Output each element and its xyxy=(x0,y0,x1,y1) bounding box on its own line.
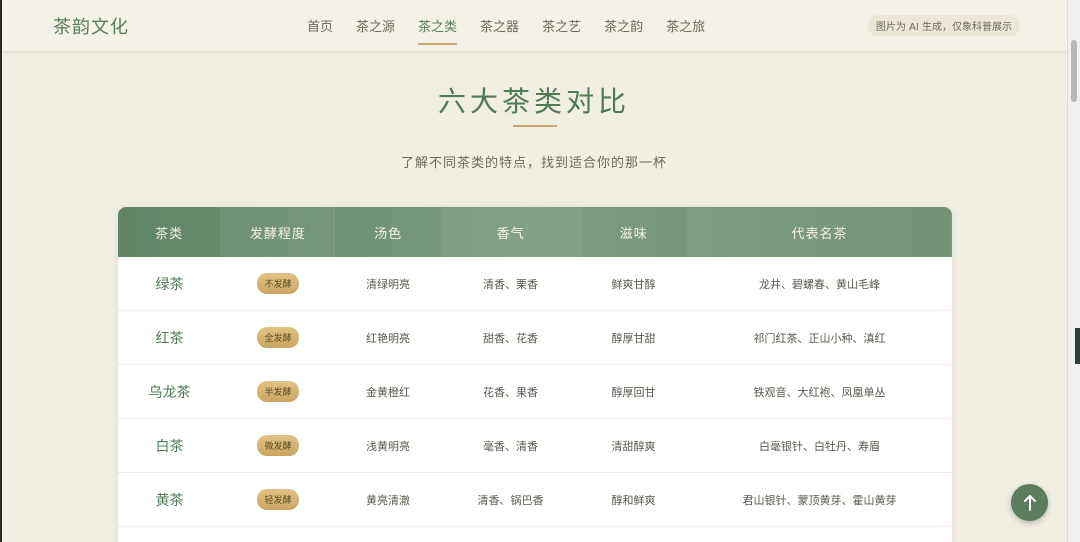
table-header: 茶类 发酵程度 汤色 香气 滋味 代表名茶 xyxy=(118,207,952,257)
table-cell-famous: 龙井、碧螺春、黄山毛峰 xyxy=(759,277,880,291)
table-cell-name: 乌龙茶 xyxy=(148,384,191,401)
table-cell-aroma: 毫香、清香 xyxy=(483,439,538,453)
table-cell-fermentation: 不发酵 xyxy=(221,257,335,310)
nav-item-6[interactable]: 茶之旅 xyxy=(666,16,705,45)
table-cell-aroma: 甜香、花香 xyxy=(483,331,538,345)
main-nav: 首页 茶之源 茶之类 茶之器 茶之艺 茶之韵 茶之旅 xyxy=(307,16,728,45)
table-row: 乌龙茶 半发酵 金黄橙红 花香、果香 醇厚回甘 铁观音、大红袍、凤凰单丛 xyxy=(118,365,952,419)
nav-item-4[interactable]: 茶之艺 xyxy=(542,16,581,45)
fermentation-badge: 半发酵 xyxy=(257,381,299,402)
scrollbar-thumb[interactable] xyxy=(1071,40,1077,102)
table-cell-aroma: 花香、果香 xyxy=(483,385,538,399)
table-cell-color: 金黄橙红 xyxy=(366,385,410,399)
nav-item-2[interactable]: 茶之类 xyxy=(418,16,458,45)
table-cell-color: 黄亮清澈 xyxy=(366,493,410,507)
table-cell-taste: 醇厚回甘 xyxy=(611,385,656,399)
table-cell-famous: 白毫银针、白牡丹、寿眉 xyxy=(759,439,880,453)
ai-notice-badge: 图片为 AI 生成，仅象科普展示 xyxy=(867,15,1020,36)
table-cell-name: 绿茶 xyxy=(155,276,184,293)
table-cell-fermentation: 全发酵 xyxy=(221,311,335,364)
column-header: 香气 xyxy=(441,207,581,257)
fermentation-badge: 微发酵 xyxy=(257,435,299,456)
table-cell-taste: 醇厚甘甜 xyxy=(611,331,656,345)
table-cell-taste: 清甜醇爽 xyxy=(611,439,656,453)
table-cell-famous: 祁门红茶、正山小种、滇红 xyxy=(753,331,886,345)
top-navbar: 茶韵文化 首页 茶之源 茶之类 茶之器 茶之艺 茶之韵 茶之旅 图片为 AI 生成，仅象科普… xyxy=(2,0,1068,52)
table-cell-name: 白茶 xyxy=(155,438,184,455)
table-row: 黄茶 轻发酵 黄亮清澈 清香、锅巴香 醇和鲜爽 君山银针、蒙顶黄芽、霍山黄芽 xyxy=(118,473,952,527)
table-cell-famous: 君山银针、蒙顶黄芽、霍山黄芽 xyxy=(742,493,897,507)
table-cell-color: 清绿明亮 xyxy=(366,277,410,291)
nav-item-3[interactable]: 茶之器 xyxy=(480,16,519,45)
column-header: 滋味 xyxy=(581,207,688,257)
arrow-up-icon xyxy=(1023,494,1036,511)
tea-comparison-table: 茶类 发酵程度 汤色 香气 滋味 代表名茶 绿茶 不发酵 清绿明亮 清香、栗香 鲜爽甘醇 龙井、碧螺… xyxy=(118,207,952,542)
table-cell-color: 浅黄明亮 xyxy=(366,439,410,453)
table-cell-famous: 铁观音、大红袍、凤凰单丛 xyxy=(753,385,886,399)
page-scrollbar[interactable] xyxy=(1067,0,1080,542)
table-cell-fermentation: 半发酵 xyxy=(221,365,335,418)
nav-item-0[interactable]: 首页 xyxy=(307,16,333,45)
table-row: 绿茶 不发酵 清绿明亮 清香、栗香 鲜爽甘醇 龙井、碧螺春、黄山毛峰 xyxy=(118,257,952,311)
page-title: 六大茶类对比 xyxy=(437,85,630,118)
table-cell-name: 红茶 xyxy=(155,330,184,347)
table-cell-aroma: 清香、锅巴香 xyxy=(477,493,544,507)
column-header: 茶类 xyxy=(118,207,222,257)
column-header: 发酵程度 xyxy=(221,207,336,257)
fermentation-badge: 轻发酵 xyxy=(257,489,299,510)
table-cell-aroma: 清香、栗香 xyxy=(483,277,538,291)
fermentation-badge: 全发酵 xyxy=(257,327,299,348)
table-row: 白茶 微发酵 浅黄明亮 毫香、清香 清甜醇爽 白毫银针、白牡丹、寿眉 xyxy=(118,419,952,473)
nav-item-1[interactable]: 茶之源 xyxy=(356,16,395,45)
page-subtitle: 了解不同茶类的特点，找到适合你的那一杯 xyxy=(400,156,667,171)
table-row: 红茶 全发酵 红艳明亮 甜香、花香 醇厚甘甜 祁门红茶、正山小种、滇红 xyxy=(118,311,952,365)
title-divider xyxy=(513,125,557,127)
table-cell-name: 黄茶 xyxy=(155,492,184,509)
table-cell-fermentation: 微发酵 xyxy=(221,419,335,472)
column-header: 代表名茶 xyxy=(687,207,952,257)
table-cell-taste: 醇和鲜爽 xyxy=(611,493,656,507)
side-edge-tab xyxy=(1075,328,1080,364)
table-body: 绿茶 不发酵 清绿明亮 清香、栗香 鲜爽甘醇 龙井、碧螺春、黄山毛峰红茶 全发酵 红艳明亮 甜香… xyxy=(118,257,952,527)
table-cell-color: 红艳明亮 xyxy=(366,331,410,345)
fermentation-badge: 不发酵 xyxy=(257,273,299,294)
table-cell-taste: 鲜爽甘醇 xyxy=(611,277,656,291)
table-cell-fermentation: 轻发酵 xyxy=(221,473,335,526)
nav-item-5[interactable]: 茶之韵 xyxy=(604,16,643,45)
site-logo[interactable]: 茶韵文化 xyxy=(53,13,129,39)
back-to-top-button[interactable] xyxy=(1011,484,1048,521)
column-header: 汤色 xyxy=(335,207,442,257)
